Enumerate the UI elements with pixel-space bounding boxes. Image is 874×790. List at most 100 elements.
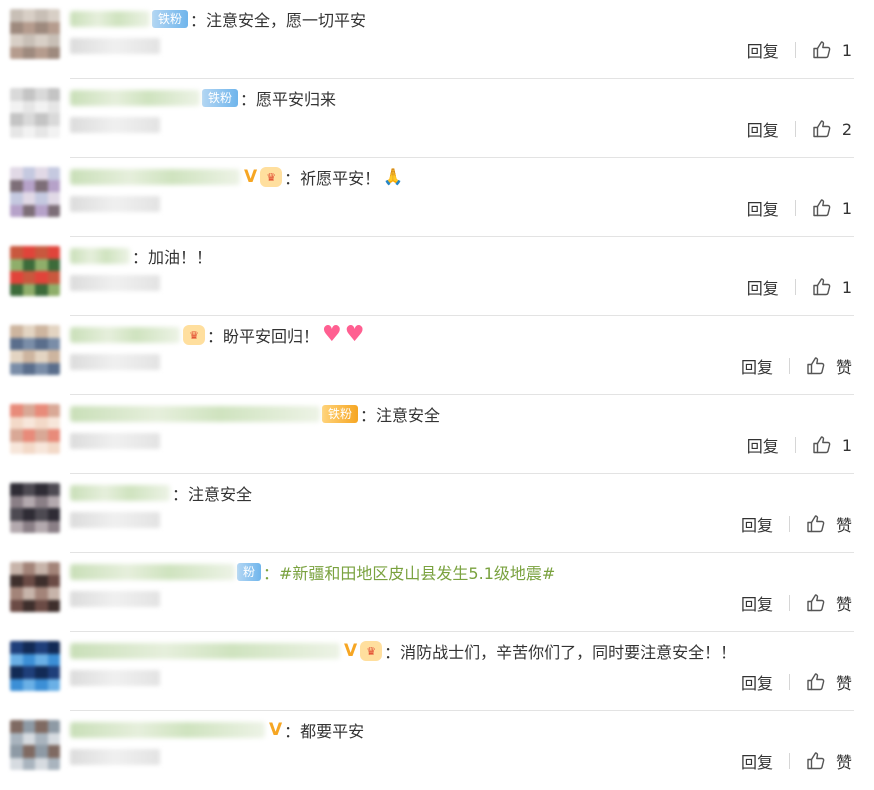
comment-text: ：盼平安回归！ bbox=[207, 327, 320, 346]
fan-badge: 铁粉 bbox=[152, 10, 189, 28]
comment-text: ：注意安全 bbox=[172, 485, 253, 504]
topic-link[interactable]: ：#新疆和田地区皮山县发生5.1级地震# bbox=[263, 560, 555, 584]
comment-line: ♛ ：盼平安回归！ ♥ ♥ bbox=[70, 324, 364, 346]
username[interactable] bbox=[70, 406, 320, 422]
thumbs-up-icon bbox=[812, 198, 832, 218]
thumbs-up-icon bbox=[812, 435, 832, 455]
comment-line: V ：都要平安 bbox=[70, 719, 364, 741]
like-count: 赞 bbox=[835, 358, 852, 377]
verified-v-icon: V bbox=[244, 167, 258, 187]
action-separator bbox=[788, 595, 790, 611]
avatar[interactable] bbox=[10, 562, 60, 612]
like-button[interactable]: 2 bbox=[812, 119, 852, 139]
reply-button[interactable]: 回复 bbox=[747, 196, 779, 220]
reply-button[interactable]: 回复 bbox=[741, 749, 773, 773]
action-separator bbox=[788, 516, 790, 532]
comment-actions: 回复 1 bbox=[747, 275, 852, 299]
action-separator bbox=[788, 358, 790, 374]
avatar[interactable] bbox=[10, 325, 60, 375]
verified-v-icon: V bbox=[344, 641, 358, 661]
timestamp bbox=[70, 38, 160, 54]
comment-item: V ♛ ：消防战士们，辛苦你们了，同时要注意安全！！ 回复 赞 bbox=[0, 632, 874, 711]
comment-actions: 回复 2 bbox=[747, 117, 852, 141]
reply-button[interactable]: 回复 bbox=[747, 117, 779, 141]
avatar[interactable] bbox=[10, 167, 60, 217]
comment-line: ：加油！！ bbox=[70, 245, 212, 267]
comment-text: ：消防战士们，辛苦你们了，同时要注意安全！！ bbox=[384, 643, 737, 662]
timestamp bbox=[70, 433, 160, 449]
like-count: 赞 bbox=[835, 516, 852, 535]
username[interactable] bbox=[70, 327, 180, 343]
fan-badge: 铁粉 bbox=[202, 89, 239, 107]
username[interactable] bbox=[70, 169, 240, 185]
like-button[interactable]: 1 bbox=[812, 435, 852, 455]
avatar[interactable] bbox=[10, 641, 60, 691]
username[interactable] bbox=[70, 564, 235, 580]
comment-actions: 回复 赞 bbox=[741, 512, 852, 536]
like-button[interactable]: 赞 bbox=[806, 670, 852, 694]
username[interactable] bbox=[70, 248, 130, 264]
like-count: 1 bbox=[841, 435, 852, 455]
like-button[interactable]: 赞 bbox=[806, 512, 852, 536]
timestamp bbox=[70, 117, 160, 133]
comment-actions: 回复 赞 bbox=[741, 749, 852, 773]
like-count: 1 bbox=[841, 198, 852, 218]
reply-button[interactable]: 回复 bbox=[741, 512, 773, 536]
timestamp bbox=[70, 670, 160, 686]
like-button[interactable]: 赞 bbox=[806, 749, 852, 773]
avatar[interactable] bbox=[10, 483, 60, 533]
action-separator bbox=[794, 279, 796, 295]
avatar[interactable] bbox=[10, 720, 60, 770]
like-count: 赞 bbox=[835, 753, 852, 772]
comment-line: 铁粉 ：注意安全，愿一切平安 bbox=[70, 8, 366, 30]
thumbs-up-icon bbox=[812, 40, 832, 60]
like-button[interactable]: 赞 bbox=[806, 354, 852, 378]
timestamp bbox=[70, 196, 160, 212]
reply-button[interactable]: 回复 bbox=[741, 670, 773, 694]
like-button[interactable]: 赞 bbox=[806, 591, 852, 615]
reply-button[interactable]: 回复 bbox=[747, 275, 779, 299]
action-separator bbox=[794, 200, 796, 216]
like-button[interactable]: 1 bbox=[812, 198, 852, 218]
like-count: 2 bbox=[841, 119, 852, 139]
thumbs-up-icon bbox=[812, 277, 832, 297]
comment-item: 铁粉 ：愿平安归来回复 2 bbox=[0, 79, 874, 158]
verified-v-icon: V bbox=[269, 720, 283, 740]
comment-actions: 回复 1 bbox=[747, 196, 852, 220]
username[interactable] bbox=[70, 11, 150, 27]
timestamp bbox=[70, 749, 160, 765]
comment-text: ：加油！！ bbox=[132, 248, 213, 267]
comment-actions: 回复 赞 bbox=[741, 591, 852, 615]
reply-button[interactable]: 回复 bbox=[741, 354, 773, 378]
pray-emoji-icon: 🙏 bbox=[383, 167, 404, 186]
thumbs-up-icon bbox=[806, 672, 826, 692]
crown-icon: ♛ bbox=[360, 641, 383, 661]
comment-line: 粉：#新疆和田地区皮山县发生5.1级地震# bbox=[70, 561, 555, 583]
comment-line: 铁粉 ：注意安全 bbox=[70, 403, 440, 425]
comment-actions: 回复 1 bbox=[747, 433, 852, 457]
username[interactable] bbox=[70, 485, 170, 501]
action-separator bbox=[794, 437, 796, 453]
comment-text: ：注意安全 bbox=[360, 406, 441, 425]
like-button[interactable]: 1 bbox=[812, 277, 852, 297]
comment-line: V ♛ ：消防战士们，辛苦你们了，同时要注意安全！！ bbox=[70, 640, 736, 662]
action-separator bbox=[794, 121, 796, 137]
avatar[interactable] bbox=[10, 9, 60, 59]
avatar[interactable] bbox=[10, 246, 60, 296]
reply-button[interactable]: 回复 bbox=[741, 591, 773, 615]
comment-actions: 回复 赞 bbox=[741, 354, 852, 378]
comment-text: ：祈愿平安！ bbox=[284, 169, 381, 188]
username[interactable] bbox=[70, 90, 200, 106]
comment-text: ：愿平安归来 bbox=[240, 90, 337, 109]
reply-button[interactable]: 回复 bbox=[747, 433, 779, 457]
comment-line: 铁粉 ：愿平安归来 bbox=[70, 87, 336, 109]
timestamp bbox=[70, 354, 160, 370]
comment-item: 铁粉 ：注意安全回复 1 bbox=[0, 395, 874, 474]
avatar[interactable] bbox=[10, 88, 60, 138]
like-button[interactable]: 1 bbox=[812, 40, 852, 60]
fan-badge: 粉 bbox=[237, 563, 262, 581]
reply-button[interactable]: 回复 bbox=[747, 38, 779, 62]
username[interactable] bbox=[70, 722, 265, 738]
username[interactable] bbox=[70, 643, 340, 659]
avatar[interactable] bbox=[10, 404, 60, 454]
